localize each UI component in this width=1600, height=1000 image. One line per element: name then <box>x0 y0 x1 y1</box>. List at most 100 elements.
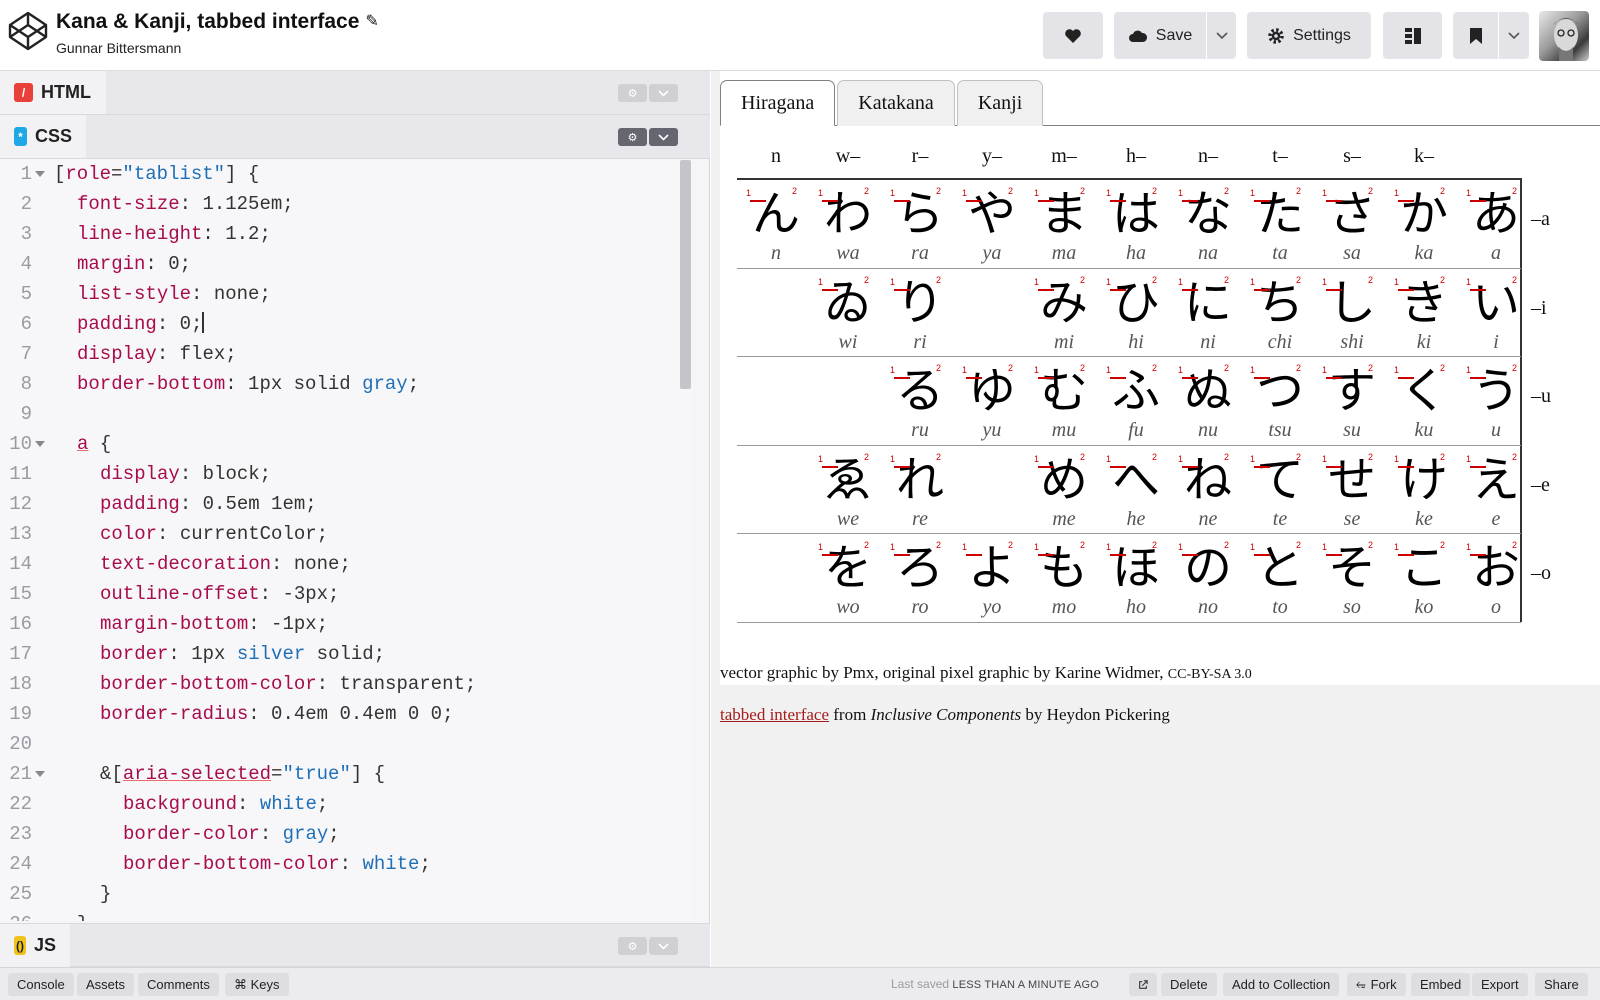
pencil-icon[interactable]: ✎ <box>365 11 378 31</box>
keys-button[interactable]: ⌘ Keys <box>225 973 289 996</box>
kana-cell: ま 1 2 ma <box>1028 180 1100 268</box>
js-settings-button[interactable]: ⚙ <box>618 937 647 955</box>
romaji-label: no <box>1198 596 1218 618</box>
code-line[interactable]: 16 margin-bottom: -1px; <box>0 609 692 639</box>
add-to-collection-button[interactable]: Add to Collection <box>1223 973 1340 996</box>
code-line[interactable]: 9 <box>0 399 692 429</box>
code-line[interactable]: 23 border-color: gray; <box>0 819 692 849</box>
tab-hiragana[interactable]: Hiragana <box>720 80 836 126</box>
delete-button[interactable]: Delete <box>1161 973 1217 996</box>
code-token: : <box>271 553 294 575</box>
like-button[interactable] <box>1043 12 1103 59</box>
js-pane-tab[interactable]: () JS <box>0 924 70 967</box>
stroke-direction-arrow <box>1470 200 1486 202</box>
stroke-order-mark: 2 <box>1224 540 1230 550</box>
pen-title[interactable]: Kana & Kanji, tabbed interface ✎ <box>56 10 379 34</box>
fold-arrow-icon[interactable] <box>35 171 45 177</box>
console-button[interactable]: Console <box>8 973 74 996</box>
code-line[interactable]: 25} <box>0 879 692 909</box>
stroke-order-mark: 1 <box>1178 542 1184 552</box>
pen-author[interactable]: Gunnar Bittersmann <box>56 40 181 56</box>
change-view-button[interactable] <box>1383 12 1442 59</box>
fold-arrow-icon[interactable] <box>35 771 45 777</box>
code-line[interactable]: 10 a { <box>0 429 692 459</box>
code-line[interactable]: 19 border-radius: 0.4em 0.4em 0 0; <box>0 699 692 729</box>
html-settings-button[interactable]: ⚙ <box>618 84 647 102</box>
code-line[interactable]: 12 padding: 0.5em 1em; <box>0 489 692 519</box>
code-line[interactable]: 5 list-style: none; <box>0 279 692 309</box>
tab-kanji[interactable]: Kanji <box>956 80 1044 126</box>
text-cursor <box>202 312 205 333</box>
bookmark-dropdown-button[interactable] <box>1499 12 1529 59</box>
bookmark-button[interactable] <box>1453 12 1498 59</box>
code-token: 1.125em; <box>202 193 294 215</box>
stroke-direction-arrow <box>1254 377 1270 379</box>
assets-button[interactable]: Assets <box>77 973 135 996</box>
column-heading: w– <box>835 145 861 167</box>
codepen-logo-icon[interactable] <box>7 10 49 52</box>
stroke-direction-arrow <box>1470 554 1486 556</box>
code-line[interactable]: 20 <box>0 729 692 759</box>
code-line[interactable]: 21 &[aria-selected="true"] { <box>0 759 692 789</box>
stroke-direction-arrow <box>750 200 766 202</box>
code-line[interactable]: 7 display: flex; <box>0 339 692 369</box>
export-button[interactable]: Export <box>1472 973 1528 996</box>
stroke-direction-arrow <box>1470 377 1486 379</box>
settings-button[interactable]: Settings <box>1247 12 1371 59</box>
fold-arrow-icon[interactable] <box>35 441 45 447</box>
stroke-order-mark: 2 <box>936 540 942 550</box>
code-line[interactable]: 24 border-bottom-color: white; <box>0 849 692 879</box>
stroke-order-mark: 2 <box>1224 274 1230 285</box>
line-number: 6 <box>20 313 32 335</box>
fork-button[interactable]: ⥳ Fork <box>1347 973 1406 996</box>
stroke-direction-arrow <box>1038 288 1054 291</box>
romaji-label: a <box>1491 242 1501 264</box>
html-pane-tab[interactable]: / HTML <box>0 71 106 114</box>
code-line[interactable]: 17 border: 1px silver solid; <box>0 639 692 669</box>
css-pane-tab[interactable]: * CSS <box>0 115 86 158</box>
js-collapse-button[interactable] <box>649 937 678 955</box>
css-code-editor[interactable]: 1 [role="tablist"] {2 font-size: 1.125em; 3… <box>0 159 692 921</box>
code-token: solid; <box>305 643 386 665</box>
code-line[interactable]: 14 text-decoration: none; <box>0 549 692 579</box>
code-line[interactable]: 22 background: white; <box>0 789 692 819</box>
css-editor-scrollbar[interactable] <box>680 160 691 389</box>
css-collapse-button[interactable] <box>649 128 678 146</box>
tab-katakana[interactable]: Katakana <box>837 80 955 126</box>
open-external-button[interactable] <box>1129 973 1157 996</box>
romaji-label: tsu <box>1268 419 1292 441</box>
embed-button[interactable]: Embed <box>1411 973 1471 996</box>
stroke-order-mark: 1 <box>1250 542 1256 552</box>
save-dropdown-button[interactable] <box>1207 12 1236 59</box>
code-line[interactable]: 6 padding: 0; <box>0 309 692 339</box>
stroke-order-mark: 2 <box>1512 540 1518 550</box>
code-line[interactable]: 11 display: block; <box>0 459 692 489</box>
save-button[interactable]: Save <box>1114 12 1206 59</box>
share-button[interactable]: Share <box>1535 973 1588 996</box>
js-pane-header[interactable]: () JS ⚙ <box>0 923 710 967</box>
code-line[interactable]: 4 margin: 0; <box>0 249 692 279</box>
code-line[interactable]: 1 [role="tablist"] { <box>0 159 692 189</box>
stroke-order-mark: 1 <box>1106 542 1112 552</box>
css-settings-button[interactable]: ⚙ <box>618 128 647 146</box>
code-line[interactable]: 3 line-height: 1.2; <box>0 219 692 249</box>
code-line[interactable]: 2 font-size: 1.125em; <box>0 189 692 219</box>
romaji-label: e <box>1491 507 1501 530</box>
stroke-direction-arrow <box>1326 377 1342 379</box>
user-avatar[interactable] <box>1539 11 1589 61</box>
code-line[interactable]: 26} <box>0 909 692 921</box>
html-pane-header[interactable]: / HTML ⚙ <box>0 71 710 115</box>
tabbed-interface-link[interactable]: tabbed interface <box>720 705 829 724</box>
html-collapse-button[interactable] <box>649 84 678 102</box>
code-line[interactable]: 15 outline-offset: -3px; <box>0 579 692 609</box>
code-line[interactable]: 8 border-bottom: 1px solid gray; <box>0 369 692 399</box>
stroke-order-mark: 2 <box>1512 274 1518 285</box>
stroke-direction-arrow <box>1038 377 1054 379</box>
css-pane-header[interactable]: * CSS ⚙ <box>0 115 710 159</box>
comments-button[interactable]: Comments <box>138 973 219 996</box>
code-token: 1.2; <box>225 223 271 245</box>
code-line[interactable]: 13 color: currentColor; <box>0 519 692 549</box>
stroke-order-mark: 2 <box>1008 186 1014 196</box>
code-line[interactable]: 18 border-bottom-color: transparent; <box>0 669 692 699</box>
stroke-direction-arrow <box>1398 465 1414 468</box>
